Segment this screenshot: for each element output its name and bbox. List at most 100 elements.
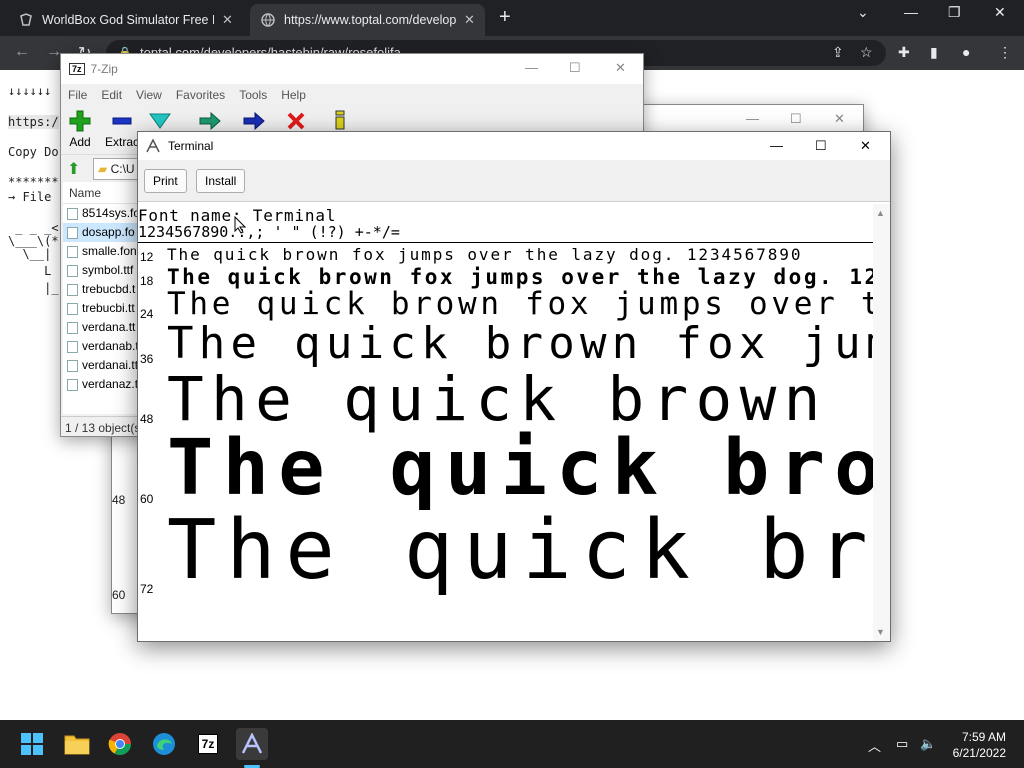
sample-size-label: 48	[140, 412, 154, 426]
scroll-up-icon[interactable]: ▲	[876, 208, 885, 218]
page-line: → File (	[8, 190, 66, 204]
page-link[interactable]: https:/	[8, 115, 59, 129]
sample-size-label: 18	[140, 274, 154, 288]
profile-icon[interactable]: ●	[962, 44, 970, 60]
close-tab-icon[interactable]: ✕	[222, 12, 233, 28]
menu-edit[interactable]: Edit	[94, 88, 129, 102]
install-button[interactable]: Install	[196, 169, 246, 193]
back-arrow-icon[interactable]: ←	[14, 43, 30, 61]
chevron-down-icon[interactable]: ⌄	[857, 4, 869, 21]
size-label: 48	[112, 493, 126, 507]
file-name: dosapp.fo	[82, 225, 135, 239]
vertical-scrollbar[interactable]: ▲ ▼	[873, 204, 890, 641]
minimize-icon[interactable]: —	[770, 138, 783, 153]
column-header-name[interactable]: Name	[63, 182, 141, 204]
browser-tab-strip: WorldBox God Simulator Free Do ✕ https:/…	[0, 0, 1024, 36]
clock[interactable]: 7:59 AM 6/21/2022	[953, 729, 1006, 761]
chevron-up-icon[interactable]: ︿	[868, 736, 881, 755]
minimize-icon[interactable]: —	[525, 60, 538, 75]
close-icon[interactable]: ✕	[834, 111, 845, 127]
edge-icon[interactable]	[148, 728, 180, 760]
share-icon[interactable]: ⇪	[832, 44, 844, 61]
close-icon[interactable]: ✕	[615, 60, 626, 76]
font-viewer-taskbar-icon[interactable]	[236, 728, 268, 760]
file-row[interactable]: 8514sys.fo	[63, 204, 141, 223]
tab-title: WorldBox God Simulator Free Do	[42, 13, 214, 27]
font-preview-area: Font name: Terminal 1234567890.:,; ' " (…	[138, 204, 874, 641]
network-icon[interactable]: ▭	[896, 736, 908, 752]
menu-help[interactable]: Help	[274, 88, 313, 102]
date-text: 6/21/2022	[952, 746, 1006, 760]
minimize-icon[interactable]: —	[904, 4, 918, 20]
ascii-art-line: \__|	[8, 247, 52, 261]
start-windows-icon[interactable]	[16, 728, 48, 760]
charset-line: 1234567890.:,; ' " (!?) +-*/=	[138, 223, 400, 241]
menu-tools[interactable]: Tools	[232, 88, 274, 102]
info-button[interactable]	[333, 110, 347, 133]
file-name: trebucbd.t	[82, 282, 136, 296]
add-button[interactable]: Add	[69, 110, 91, 149]
file-name: verdana.tt	[82, 320, 136, 334]
menu-view[interactable]: View	[129, 88, 169, 102]
font-app-icon	[146, 139, 160, 153]
sample-text: The quick brown fox jumps over the lazy …	[167, 364, 874, 435]
close-tab-icon[interactable]: ✕	[464, 12, 475, 28]
file-row[interactable]: trebucbi.tt	[63, 299, 141, 318]
menu-file[interactable]: File	[61, 88, 94, 102]
scroll-down-icon[interactable]: ▼	[876, 627, 885, 637]
extract-button[interactable]: Extrac	[105, 110, 139, 149]
folder-icon: ▰	[98, 162, 108, 176]
up-folder-icon[interactable]: ⬆	[67, 159, 80, 179]
file-row[interactable]: smalle.fon	[63, 242, 141, 261]
test-button[interactable]	[149, 112, 171, 133]
font-file-icon	[67, 378, 78, 391]
file-name: verdanaz.t	[82, 377, 139, 391]
print-button[interactable]: Print	[144, 169, 187, 193]
font-viewer-window[interactable]: Terminal — ☐ ✕ Print Install Font name: …	[137, 131, 891, 642]
extract-label: Extrac	[105, 135, 140, 149]
size-label: 60	[112, 588, 126, 602]
extensions-puzzle-icon[interactable]: ✚	[898, 44, 910, 61]
close-icon[interactable]: ✕	[860, 138, 871, 154]
ascii-art-line: \___\(*	[8, 234, 59, 248]
file-row[interactable]: verdanaz.t	[63, 375, 141, 394]
file-row[interactable]: symbol.ttf	[63, 261, 141, 280]
file-row[interactable]: verdanai.tt	[63, 356, 141, 375]
move-button[interactable]	[243, 111, 265, 133]
restore-icon[interactable]: ❐	[948, 4, 961, 21]
ascii-art-line: L	[8, 264, 52, 278]
close-window-icon[interactable]: ✕	[994, 4, 1006, 21]
chrome-icon[interactable]	[104, 728, 136, 760]
sevenzip-taskbar-icon[interactable]: 7z	[192, 728, 224, 760]
side-panel-icon[interactable]: ▮	[930, 44, 938, 61]
sample-size-label: 36	[140, 352, 154, 366]
divider	[138, 242, 874, 243]
tab-worldbox[interactable]: WorldBox God Simulator Free Do ✕	[8, 4, 243, 36]
file-row[interactable]: verdana.tt	[63, 318, 141, 337]
menu-kebab-icon[interactable]: ⋮	[998, 44, 1012, 61]
minimize-icon[interactable]: —	[746, 111, 759, 126]
copy-button[interactable]	[199, 111, 221, 133]
page-line: ↓↓↓↓↓↓	[8, 84, 52, 98]
checkmark-down-icon	[149, 113, 171, 129]
file-row[interactable]: verdanab.t	[63, 337, 141, 356]
copy-arrow-icon	[199, 111, 221, 131]
new-tab-button[interactable]: +	[499, 6, 511, 29]
time-text: 7:59 AM	[961, 730, 1006, 744]
maximize-icon[interactable]: ☐	[790, 111, 802, 127]
file-explorer-icon[interactable]	[61, 728, 93, 760]
maximize-icon[interactable]: ☐	[569, 60, 581, 76]
sample-text: The quick brown fox jumps over the lazy …	[167, 265, 874, 289]
font-file-icon	[67, 264, 78, 277]
file-row[interactable]: trebucbd.t	[63, 280, 141, 299]
maximize-icon[interactable]: ☐	[815, 138, 827, 154]
volume-icon[interactable]: 🔈	[920, 736, 936, 752]
delete-button[interactable]	[287, 112, 305, 133]
font-file-icon	[67, 245, 78, 258]
font-file-icon	[67, 226, 78, 239]
tab-toptal[interactable]: https://www.toptal.com/develope ✕	[250, 4, 485, 36]
bookmark-star-icon[interactable]: ☆	[860, 44, 873, 61]
file-row[interactable]: dosapp.fo	[63, 223, 141, 242]
menu-favorites[interactable]: Favorites	[169, 88, 232, 102]
mouse-cursor-icon	[234, 215, 247, 237]
